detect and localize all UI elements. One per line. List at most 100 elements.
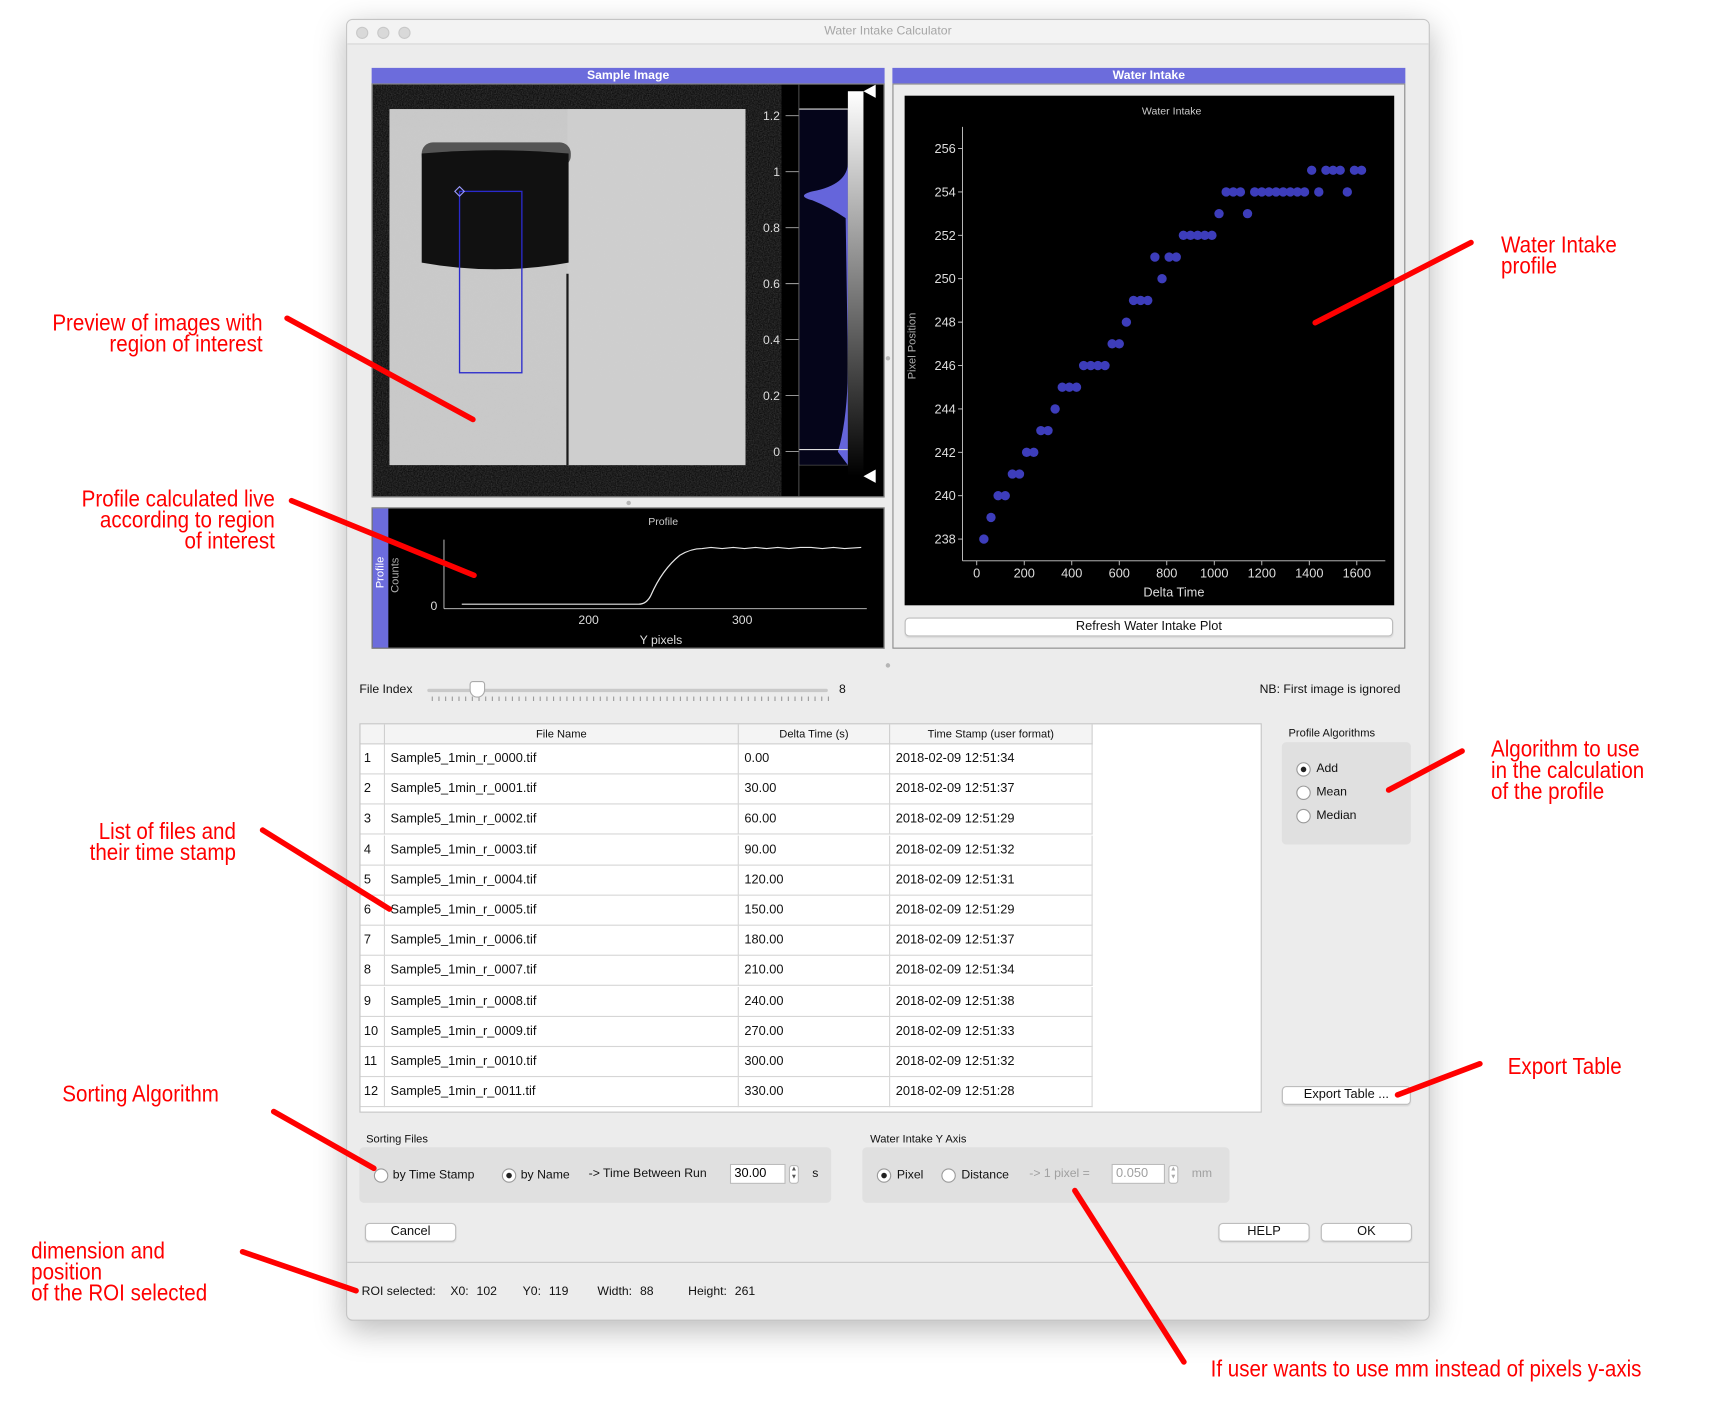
export-table-button[interactable]: Export Table ... bbox=[1281, 1085, 1411, 1105]
row-number-cell[interactable]: 9 bbox=[361, 986, 385, 1017]
water-intake-chart[interactable]: Water Intake 238 240 242 244 246 248 250 252 254 2… bbox=[904, 95, 1395, 606]
time-stamp-cell[interactable]: 2018-02-09 12:51:31 bbox=[890, 865, 1093, 896]
row-number-cell[interactable]: 10 bbox=[361, 1016, 385, 1047]
file-name-cell[interactable]: Sample5_1min_r_0001.tif bbox=[385, 774, 739, 805]
time-between-run-stepper[interactable]: ▲ ▼ bbox=[788, 1164, 799, 1184]
delta-time-cell[interactable]: 270.00 bbox=[739, 1016, 891, 1047]
refresh-water-intake-button[interactable]: Refresh Water Intake Plot bbox=[904, 617, 1394, 637]
delta-time-cell[interactable]: 240.00 bbox=[739, 986, 891, 1017]
file-name-cell[interactable]: Sample5_1min_r_0011.tif bbox=[385, 1077, 739, 1108]
cancel-button[interactable]: Cancel bbox=[364, 1222, 457, 1242]
help-button[interactable]: HELP bbox=[1218, 1222, 1310, 1242]
time-stamp-cell[interactable]: 2018-02-09 12:51:37 bbox=[890, 774, 1093, 805]
sample-image-view[interactable]: 1.2 1 0.8 0.6 0.4 0.2 0 bbox=[373, 84, 884, 497]
y-axis-distance-label[interactable]: Distance bbox=[961, 1168, 1009, 1181]
splitter-handle[interactable] bbox=[885, 356, 891, 361]
time-stamp-cell[interactable]: 2018-02-09 12:51:32 bbox=[890, 1047, 1093, 1078]
pixel-conversion-label: -> 1 pixel = bbox=[1029, 1167, 1090, 1181]
table-row[interactable]: 3 Sample5_1min_r_0002.tif 60.00 2018-02-09 … bbox=[360, 804, 1093, 835]
file-table[interactable]: File Name Delta Time (s) Time Stamp (use… bbox=[359, 723, 1262, 1113]
algorithm-mean-label[interactable]: Mean bbox=[1316, 786, 1347, 799]
file-name-cell[interactable]: Sample5_1min_r_0000.tif bbox=[385, 744, 739, 775]
row-number-cell[interactable]: 8 bbox=[361, 956, 385, 987]
y-axis-distance-radio[interactable] bbox=[941, 1168, 956, 1183]
profile-dock-tab[interactable]: Profile bbox=[372, 508, 389, 648]
time-stamp-header[interactable]: Time Stamp (user format) bbox=[890, 724, 1093, 745]
time-stamp-cell[interactable]: 2018-02-09 12:51:34 bbox=[890, 744, 1093, 775]
algorithm-add-radio[interactable] bbox=[1296, 762, 1311, 777]
colorbar-max-handle[interactable] bbox=[863, 84, 876, 98]
time-stamp-cell[interactable]: 2018-02-09 12:51:28 bbox=[890, 1077, 1093, 1108]
time-stamp-cell[interactable]: 2018-02-09 12:51:33 bbox=[890, 1016, 1093, 1047]
delta-time-cell[interactable]: 30.00 bbox=[739, 774, 891, 805]
time-stamp-cell[interactable]: 2018-02-09 12:51:38 bbox=[890, 986, 1093, 1017]
delta-time-cell[interactable]: 0.00 bbox=[739, 744, 891, 775]
time-stamp-cell[interactable]: 2018-02-09 12:51:29 bbox=[890, 804, 1093, 835]
row-number-cell[interactable]: 2 bbox=[361, 774, 385, 805]
row-number-cell[interactable]: 7 bbox=[361, 925, 385, 957]
file-name-cell[interactable]: Sample5_1min_r_0010.tif bbox=[385, 1047, 739, 1078]
file-name-header[interactable]: File Name bbox=[385, 724, 739, 745]
sort-by-time-stamp-label[interactable]: by Time Stamp bbox=[393, 1168, 475, 1181]
ok-button[interactable]: OK bbox=[1320, 1222, 1413, 1242]
file-name-cell[interactable]: Sample5_1min_r_0002.tif bbox=[385, 804, 739, 835]
pixel-conversion-field[interactable]: 0.050 bbox=[1111, 1163, 1165, 1184]
file-name-cell[interactable]: Sample5_1min_r_0004.tif bbox=[385, 865, 739, 896]
file-name-cell[interactable]: Sample5_1min_r_0007.tif bbox=[385, 956, 739, 987]
delta-time-cell[interactable]: 60.00 bbox=[739, 804, 891, 835]
pixel-conversion-stepper[interactable]: ▲ ▼ bbox=[1168, 1164, 1179, 1184]
table-row[interactable]: 1 Sample5_1min_r_0000.tif 0.00 2018-02-09 1… bbox=[360, 744, 1093, 775]
time-stamp-cell[interactable]: 2018-02-09 12:51:32 bbox=[890, 835, 1093, 866]
algorithm-median-radio[interactable] bbox=[1296, 808, 1311, 824]
algorithm-median-label[interactable]: Median bbox=[1316, 809, 1356, 822]
table-row[interactable]: 8 Sample5_1min_r_0007.tif 210.00 2018-02-09… bbox=[360, 956, 1093, 987]
row-number-cell[interactable]: 4 bbox=[361, 835, 385, 866]
file-name-cell[interactable]: Sample5_1min_r_0009.tif bbox=[385, 1016, 739, 1047]
delta-time-cell[interactable]: 210.00 bbox=[739, 956, 891, 987]
file-name-cell[interactable]: Sample5_1min_r_0008.tif bbox=[385, 986, 739, 1017]
time-stamp-cell[interactable]: 2018-02-09 12:51:37 bbox=[890, 925, 1093, 957]
algorithm-add-label[interactable]: Add bbox=[1316, 762, 1338, 775]
delta-time-cell[interactable]: 150.00 bbox=[739, 895, 891, 926]
time-stamp-cell[interactable]: 2018-02-09 12:51:34 bbox=[890, 956, 1093, 987]
table-row[interactable]: 5 Sample5_1min_r_0004.tif 120.00 2018-02-09… bbox=[360, 865, 1093, 896]
delta-time-cell[interactable]: 300.00 bbox=[739, 1047, 891, 1078]
table-row[interactable]: 6 Sample5_1min_r_0005.tif 150.00 2018-02-09… bbox=[360, 895, 1093, 926]
delta-time-cell[interactable]: 330.00 bbox=[739, 1077, 891, 1108]
time-between-run-field[interactable]: 30.00 bbox=[729, 1163, 786, 1184]
file-name-cell[interactable]: Sample5_1min_r_0006.tif bbox=[385, 925, 739, 957]
sort-by-time-stamp-radio[interactable] bbox=[373, 1168, 389, 1183]
y-axis-pixel-radio[interactable] bbox=[876, 1168, 892, 1183]
delta-time-cell[interactable]: 180.00 bbox=[739, 925, 891, 957]
delta-time-cell[interactable]: 120.00 bbox=[739, 865, 891, 896]
row-number-cell[interactable]: 3 bbox=[361, 804, 385, 835]
file-index-slider-handle[interactable] bbox=[469, 680, 486, 698]
table-row[interactable]: 12 Sample5_1min_r_0011.tif 330.00 2018-02-0… bbox=[360, 1077, 1093, 1108]
algorithm-mean-radio[interactable] bbox=[1296, 785, 1311, 801]
sort-by-name-label[interactable]: by Name bbox=[521, 1168, 570, 1181]
table-row[interactable]: 7 Sample5_1min_r_0006.tif 180.00 2018-02-09… bbox=[360, 925, 1093, 957]
table-row[interactable]: 2 Sample5_1min_r_0001.tif 30.00 2018-02-09 … bbox=[360, 774, 1093, 805]
row-number-cell[interactable]: 5 bbox=[361, 865, 385, 896]
sort-by-name-radio[interactable] bbox=[501, 1168, 517, 1183]
delta-time-header[interactable]: Delta Time (s) bbox=[739, 724, 891, 745]
row-number-cell[interactable]: 1 bbox=[361, 744, 385, 775]
row-number-cell[interactable]: 11 bbox=[361, 1047, 385, 1078]
table-row[interactable]: 11 Sample5_1min_r_0010.tif 300.00 2018-02-0… bbox=[360, 1047, 1093, 1078]
row-number-cell[interactable]: 6 bbox=[361, 895, 385, 926]
colorbar-min-handle[interactable] bbox=[863, 469, 876, 483]
table-row[interactable]: 4 Sample5_1min_r_0003.tif 90.00 2018-02-09 … bbox=[360, 835, 1093, 866]
table-row[interactable]: 9 Sample5_1min_r_0008.tif 240.00 2018-02-09… bbox=[360, 986, 1093, 1017]
gradient-colorbar[interactable] bbox=[847, 91, 864, 477]
splitter-handle[interactable] bbox=[626, 500, 631, 506]
file-index-slider-track[interactable] bbox=[427, 688, 828, 693]
y-axis-pixel-label[interactable]: Pixel bbox=[897, 1168, 924, 1181]
delta-time-cell[interactable]: 90.00 bbox=[739, 835, 891, 866]
row-number-cell[interactable]: 12 bbox=[361, 1077, 385, 1108]
time-stamp-cell[interactable]: 2018-02-09 12:51:29 bbox=[890, 895, 1093, 926]
file-name-cell[interactable]: Sample5_1min_r_0003.tif bbox=[385, 835, 739, 866]
table-row[interactable]: 10 Sample5_1min_r_0009.tif 270.00 2018-02-0… bbox=[360, 1016, 1093, 1047]
profile-plot[interactable]: Profile Counts 0 200 300 Y pixels bbox=[388, 509, 884, 648]
file-name-cell[interactable]: Sample5_1min_r_0005.tif bbox=[385, 895, 739, 926]
splitter-handle[interactable] bbox=[885, 663, 891, 668]
